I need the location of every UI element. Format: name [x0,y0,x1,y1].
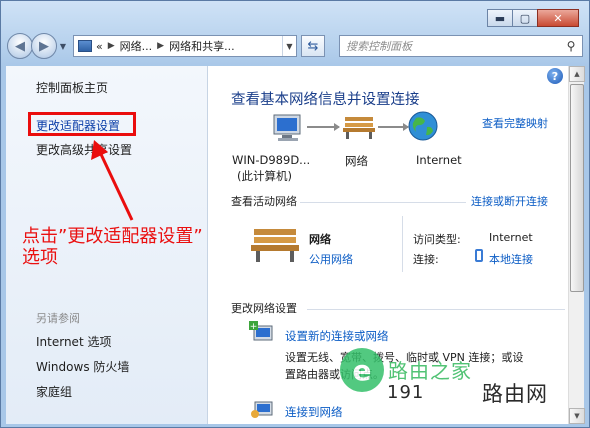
column-divider [402,216,403,272]
change-settings-header: 更改网络设置 [231,302,297,315]
annotation-line-1: 点击”更改适配器设置” [22,226,203,247]
chevron-down-icon: ▼ [574,412,580,420]
network-node-label: 网络 [345,154,368,168]
bench-icon [251,229,299,262]
connections-label: 连接: [413,253,439,266]
section-divider [300,202,466,203]
page-title: 查看基本网络信息并设置连接 [231,92,420,108]
local-connection-link[interactable]: 本地连接 [489,251,533,267]
connector-arrow [307,123,340,131]
new-connection-icon: + [249,321,273,341]
connect-network-icon [251,401,273,418]
connector-arrow [378,123,409,131]
annotation-text: 点击”更改适配器设置” 选项 [22,226,203,268]
internet-node-label: Internet [416,153,462,167]
computer-icon [273,114,301,141]
access-type-label: 访问类型: [413,233,461,246]
watermark-text-bottom: 路由网 [482,382,548,406]
access-type-value: Internet [489,231,533,244]
scroll-thumb[interactable] [570,84,584,292]
svg-text:+: + [250,322,258,332]
scroll-down-button[interactable]: ▼ [569,408,585,424]
connect-disconnect-link[interactable]: 连接或断开连接 [471,193,548,209]
vertical-scrollbar[interactable]: ▲ ▼ [568,66,585,424]
watermark-number: 191 [387,382,425,403]
watermark-text-top: 路由之家 [388,359,472,383]
active-networks-header: 查看活动网络 [231,195,297,208]
computer-sub-label: (此计算机) [237,169,292,183]
active-network-name: 网络 [309,233,331,246]
watermark-logo-icon: e [340,348,384,392]
bench-icon [343,117,375,139]
chevron-up-icon: ▲ [574,70,580,78]
annotation-line-2: 选项 [22,247,58,268]
network-type-link[interactable]: 公用网络 [309,251,353,267]
ethernet-icon [475,249,483,262]
section-divider [307,309,565,310]
computer-name-label: WIN-D989D... [232,153,311,167]
setup-new-connection-link[interactable]: 设置新的连接或网络 [285,328,389,344]
connect-to-network-link[interactable]: 连接到网络 [285,404,343,420]
globe-icon [408,111,438,141]
help-icon[interactable]: ? [547,68,563,84]
scroll-up-button[interactable]: ▲ [569,66,585,82]
full-map-link[interactable]: 查看完整映射 [482,115,548,131]
